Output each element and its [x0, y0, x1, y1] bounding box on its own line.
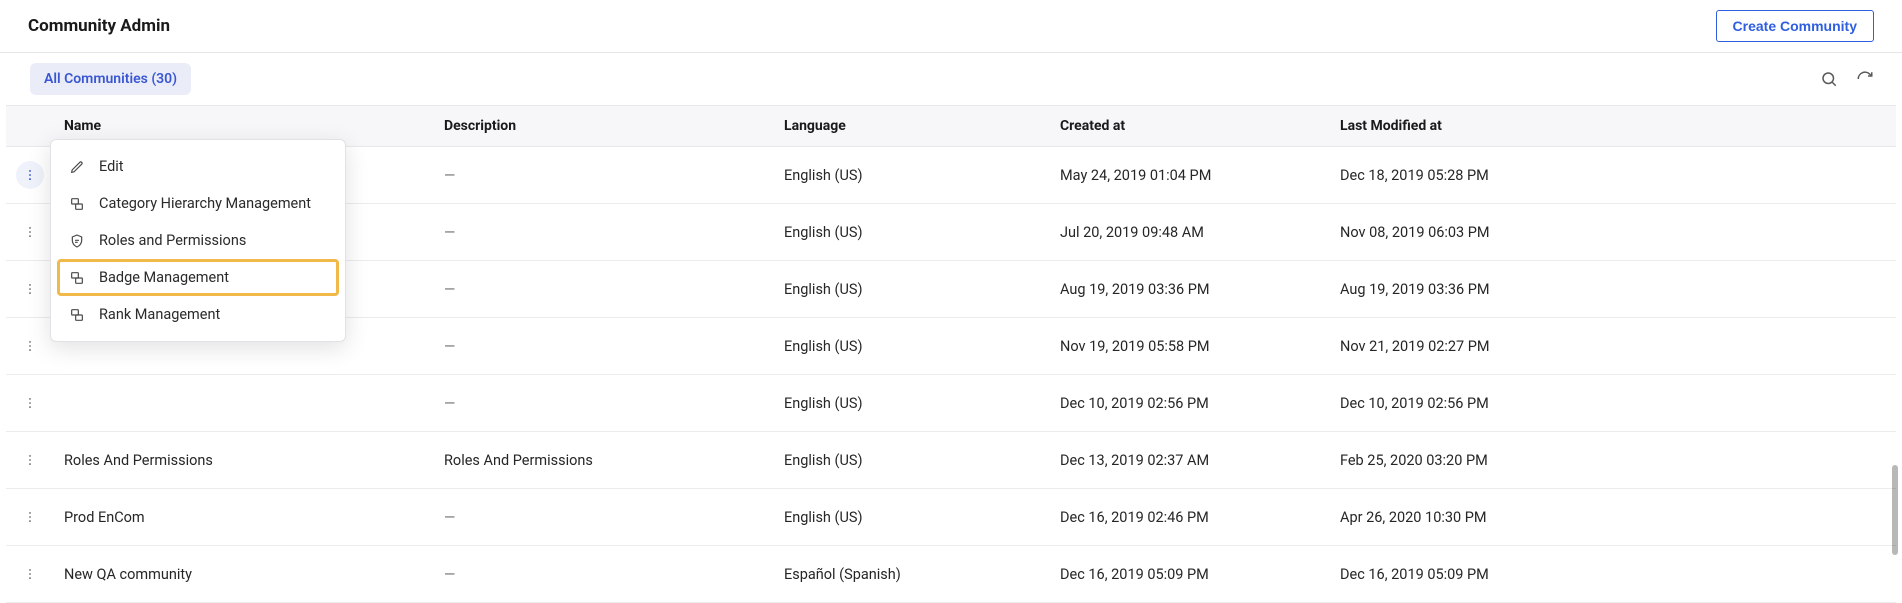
context-menu-item[interactable]: Edit: [57, 148, 339, 185]
row-actions-cell: [6, 204, 54, 261]
cell-created: Dec 16, 2019 05:09 PM: [1050, 546, 1330, 603]
cell-language: English (US): [774, 432, 1050, 489]
column-header-created[interactable]: Created at: [1050, 106, 1330, 147]
cell-description: —: [434, 489, 774, 546]
cell-created: Dec 10, 2019 02:56 PM: [1050, 375, 1330, 432]
cell-description: —: [434, 261, 774, 318]
page-title: Community Admin: [28, 16, 170, 36]
cell-description: —: [434, 546, 774, 603]
cell-modified: Feb 25, 2020 03:20 PM: [1330, 432, 1896, 489]
row-context-menu: Edit Category Hierarchy Management Roles a…: [50, 139, 346, 342]
filter-chip-all-communities[interactable]: All Communities (30): [30, 63, 191, 95]
create-community-button[interactable]: Create Community: [1716, 10, 1874, 42]
cell-created: May 24, 2019 01:04 PM: [1050, 147, 1330, 204]
context-menu-item[interactable]: Category Hierarchy Management: [57, 185, 339, 222]
cell-language: English (US): [774, 375, 1050, 432]
cell-created: Dec 13, 2019 02:37 AM: [1050, 432, 1330, 489]
kebab-menu-icon[interactable]: [16, 275, 44, 303]
scrollbar-thumb[interactable]: [1892, 465, 1898, 555]
toolbar-actions: [1820, 70, 1894, 88]
cell-language: Español (Spanish): [774, 546, 1050, 603]
context-menu-item[interactable]: Badge Management: [57, 259, 339, 296]
cell-description: —: [434, 375, 774, 432]
kebab-menu-icon[interactable]: [16, 332, 44, 360]
column-header-language[interactable]: Language: [774, 106, 1050, 147]
cell-language: English (US): [774, 147, 1050, 204]
refresh-icon[interactable]: [1856, 70, 1874, 88]
context-menu-item-label: Edit: [99, 158, 124, 175]
context-menu-item-label: Rank Management: [99, 306, 220, 323]
column-header-modified[interactable]: Last Modified at: [1330, 106, 1896, 147]
hierarchy-icon: [69, 196, 85, 212]
search-icon[interactable]: [1820, 70, 1838, 88]
cell-modified: Apr 26, 2020 10:30 PM: [1330, 489, 1896, 546]
table-row: Roles And PermissionsRoles And Permissio…: [6, 432, 1896, 489]
row-actions-cell: [6, 318, 54, 375]
cell-created: Nov 19, 2019 05:58 PM: [1050, 318, 1330, 375]
context-menu-item-label: Badge Management: [99, 269, 229, 286]
header-bar: Community Admin Create Community: [0, 0, 1902, 53]
table-row: —English (US)Dec 10, 2019 02:56 PMDec 10…: [6, 375, 1896, 432]
cell-language: English (US): [774, 261, 1050, 318]
context-menu-item-label: Category Hierarchy Management: [99, 195, 311, 212]
row-actions-cell: [6, 261, 54, 318]
kebab-menu-icon[interactable]: [16, 389, 44, 417]
row-actions-cell: [6, 546, 54, 603]
table-row: Prod EnCom—English (US)Dec 16, 2019 02:4…: [6, 489, 1896, 546]
kebab-menu-icon[interactable]: [16, 560, 44, 588]
cell-name: Prod EnCom: [54, 489, 434, 546]
cell-modified: Aug 19, 2019 03:36 PM: [1330, 261, 1896, 318]
row-actions-cell: [6, 432, 54, 489]
table-row: New QA community—Español (Spanish)Dec 16…: [6, 546, 1896, 603]
badge-icon: [69, 270, 85, 286]
cell-name: New QA community: [54, 546, 434, 603]
cell-name: Roles And Permissions: [54, 432, 434, 489]
kebab-menu-icon[interactable]: [16, 446, 44, 474]
row-actions-cell: [6, 375, 54, 432]
cell-description: —: [434, 147, 774, 204]
kebab-menu-icon[interactable]: [16, 218, 44, 246]
shield-icon: [69, 233, 85, 249]
cell-description: Roles And Permissions: [434, 432, 774, 489]
rank-icon: [69, 307, 85, 323]
cell-description: —: [434, 318, 774, 375]
cell-created: Jul 20, 2019 09:48 AM: [1050, 204, 1330, 261]
cell-modified: Nov 08, 2019 06:03 PM: [1330, 204, 1896, 261]
cell-modified: Dec 18, 2019 05:28 PM: [1330, 147, 1896, 204]
cell-modified: Dec 10, 2019 02:56 PM: [1330, 375, 1896, 432]
cell-language: English (US): [774, 204, 1050, 261]
context-menu-item[interactable]: Roles and Permissions: [57, 222, 339, 259]
row-actions-cell: [6, 489, 54, 546]
column-header-actions: [6, 106, 54, 147]
cell-description: —: [434, 204, 774, 261]
row-actions-cell: [6, 147, 54, 204]
cell-language: English (US): [774, 318, 1050, 375]
cell-modified: Dec 16, 2019 05:09 PM: [1330, 546, 1896, 603]
kebab-menu-icon[interactable]: [16, 503, 44, 531]
kebab-menu-icon[interactable]: [16, 161, 44, 189]
communities-table-wrap: Name Description Language Created at Las…: [6, 105, 1896, 603]
column-header-description[interactable]: Description: [434, 106, 774, 147]
cell-language: English (US): [774, 489, 1050, 546]
cell-created: Aug 19, 2019 03:36 PM: [1050, 261, 1330, 318]
cell-modified: Nov 21, 2019 02:27 PM: [1330, 318, 1896, 375]
context-menu-item-label: Roles and Permissions: [99, 232, 246, 249]
context-menu-item[interactable]: Rank Management: [57, 296, 339, 333]
toolbar-row: All Communities (30): [0, 53, 1902, 105]
pencil-icon: [69, 159, 85, 175]
cell-name: [54, 375, 434, 432]
cell-created: Dec 16, 2019 02:46 PM: [1050, 489, 1330, 546]
